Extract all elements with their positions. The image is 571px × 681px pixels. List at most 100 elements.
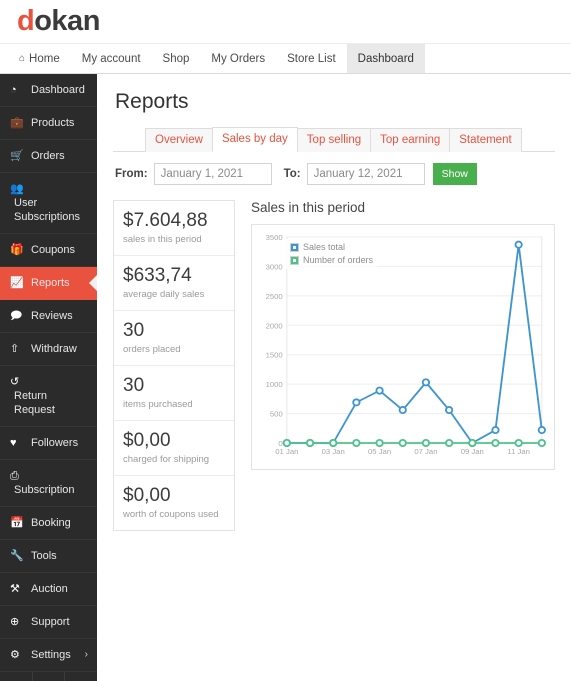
stat-card: $0,00 worth of coupons used [114, 476, 234, 530]
legend-entry[interactable]: Sales total [290, 241, 373, 254]
chart-line-icon: 📈 [10, 277, 24, 289]
topnav-item-label: My Orders [211, 52, 266, 65]
gear-icon: ⚙ [10, 649, 20, 661]
sidebar-item-label: Dashboard [31, 84, 85, 96]
tab-statement[interactable]: Statement [449, 128, 522, 152]
tab-top-selling[interactable]: Top selling [296, 128, 372, 152]
stat-card: $7.604,88 sales in this period [114, 201, 234, 256]
topnav-item-home[interactable]: ⌂ Home [8, 44, 71, 73]
show-button[interactable]: Show [432, 163, 477, 185]
stat-value: $633,74 [123, 265, 192, 286]
sidebar-item-label: Reviews [31, 310, 73, 322]
legend-label: Number of orders [303, 255, 374, 265]
sidebar-item-label: Followers [31, 437, 79, 449]
gift-icon: 🎁 [10, 244, 24, 256]
to-date-input[interactable] [306, 163, 425, 185]
sidebar-item-settings[interactable]: ⚙ Settings › [0, 639, 97, 672]
sidebar-item-reports[interactable]: 📈 Reports [0, 267, 98, 300]
topnav-item-shop[interactable]: Shop [152, 44, 201, 73]
stat-caption: charged for shipping [123, 454, 210, 465]
logo-bar: dokan [0, 0, 571, 44]
stat-value: $7.604,88 [123, 210, 208, 231]
sidebar-item-label: User Subscriptions [14, 197, 81, 223]
sidebar-item-label: Coupons [31, 244, 76, 256]
tab-sales-by-day[interactable]: Sales by day [211, 127, 298, 152]
dokan-logo[interactable]: dokan [17, 7, 100, 36]
svg-text:09 Jan: 09 Jan [461, 447, 484, 456]
lifebuoy-icon: ⊕ [10, 616, 20, 628]
logo-text-rest: okan [34, 5, 100, 37]
topnav-item-label: Home [29, 52, 60, 65]
stat-value: 30 [123, 375, 145, 396]
sidebar-item-label: Reports [31, 277, 70, 289]
cart-icon: 🛒 [10, 150, 24, 162]
tab-top-earning[interactable]: Top earning [370, 128, 451, 152]
stat-card: $0,00 charged for shipping [114, 421, 234, 476]
sidebar-item-withdraw[interactable]: ⇧ Withdraw [0, 333, 97, 366]
sidebar-footer-icons: ↗●⏻ [0, 672, 97, 681]
svg-text:07 Jan: 07 Jan [414, 447, 437, 456]
topnav-item-store-list[interactable]: Store List [276, 44, 347, 73]
app-root: dokan ⌂ Home My account Shop My Orders Store … [0, 0, 571, 681]
wrench-icon: 🔧 [10, 550, 24, 562]
user-icon[interactable]: ● [33, 672, 66, 681]
svg-text:01 Jan: 01 Jan [275, 447, 298, 456]
sidebar-item-auction[interactable]: ⚒ Auction [0, 573, 97, 606]
sidebar-item-products[interactable]: 💼 Products [0, 107, 97, 140]
sidebar-item-user-subscriptions[interactable]: 👥 User Subscriptions [0, 173, 97, 234]
stat-card: 30 items purchased [114, 366, 234, 421]
sidebar-item-label: Tools [31, 550, 57, 562]
sidebar-item-orders[interactable]: 🛒 Orders [0, 140, 97, 173]
svg-text:3000: 3000 [266, 263, 283, 272]
topnav-item-label: My account [81, 52, 141, 65]
svg-text:11 Jan: 11 Jan [507, 447, 530, 456]
power-icon[interactable]: ⏻ [65, 672, 97, 681]
home-icon: ⌂ [19, 53, 26, 64]
sidebar-item-label: Return Request [14, 390, 55, 416]
logo-letter-d: d [17, 5, 35, 37]
topnav-item-my-account[interactable]: My account [71, 44, 152, 73]
sidebar-item-coupons[interactable]: 🎁 Coupons [0, 234, 97, 267]
stat-caption: worth of coupons used [123, 509, 219, 520]
sidebar-item-label: Orders [31, 150, 65, 162]
svg-text:2000: 2000 [266, 321, 283, 330]
from-label: From: [115, 168, 148, 180]
sidebar-item-tools[interactable]: 🔧 Tools [0, 540, 97, 573]
upload-icon: ⇧ [10, 343, 20, 355]
tab-overview[interactable]: Overview [145, 128, 213, 152]
topnav-item-label: Store List [287, 52, 336, 65]
page-title: Reports [115, 90, 189, 113]
sidebar-item-label: Support [31, 616, 70, 628]
sidebar-item-booking[interactable]: 📅 Booking [0, 507, 97, 540]
stat-caption: average daily sales [123, 289, 205, 300]
sidebar-item-support[interactable]: ⊕ Support [0, 606, 97, 639]
svg-text:500: 500 [270, 410, 283, 419]
undo-icon: ↺ [10, 376, 20, 388]
sidebar-item-reviews[interactable]: 🗩 Reviews [0, 300, 97, 333]
stat-caption: sales in this period [123, 234, 202, 245]
sidebar-item-followers[interactable]: ♥ Followers [0, 427, 97, 460]
sidebar-item-dashboard[interactable]: ◔ Dashboard [0, 74, 97, 107]
external-link-icon[interactable]: ↗ [0, 672, 33, 681]
legend-entry[interactable]: Number of orders [290, 254, 373, 267]
chart-legend: Sales total Number of orders [286, 239, 378, 269]
chart-title: Sales in this period [251, 200, 366, 215]
sidebar-item-return-request[interactable]: ↺ Return Request [0, 366, 97, 427]
dashboard-row: $7.604,88 sales in this period $633,74 aver… [113, 185, 555, 531]
svg-text:03 Jan: 03 Jan [322, 447, 345, 456]
heart-icon: ♥ [10, 437, 17, 449]
legend-swatch-icon [290, 256, 299, 265]
stat-card: $633,74 average daily sales [114, 256, 234, 311]
sidebar-item-label: Settings [31, 649, 71, 661]
to-label: To: [283, 168, 301, 180]
stats-panel: $7.604,88 sales in this period $633,74 aver… [113, 200, 235, 531]
sidebar-item-subscription[interactable]: ⎙ Subscription [0, 460, 97, 507]
topnav-item-my-orders[interactable]: My Orders [200, 44, 276, 73]
legend-label: Sales total [303, 242, 346, 252]
report-tabs: Overview Sales by day Top selling Top earni… [113, 126, 555, 152]
stat-value: $0,00 [123, 430, 171, 451]
topnav-item-dashboard[interactable]: Dashboard [346, 44, 425, 73]
top-navigation: ⌂ Home My account Shop My Orders Store List Da… [0, 44, 571, 74]
from-date-input[interactable] [153, 163, 272, 185]
stat-card: 30 orders placed [114, 311, 234, 366]
